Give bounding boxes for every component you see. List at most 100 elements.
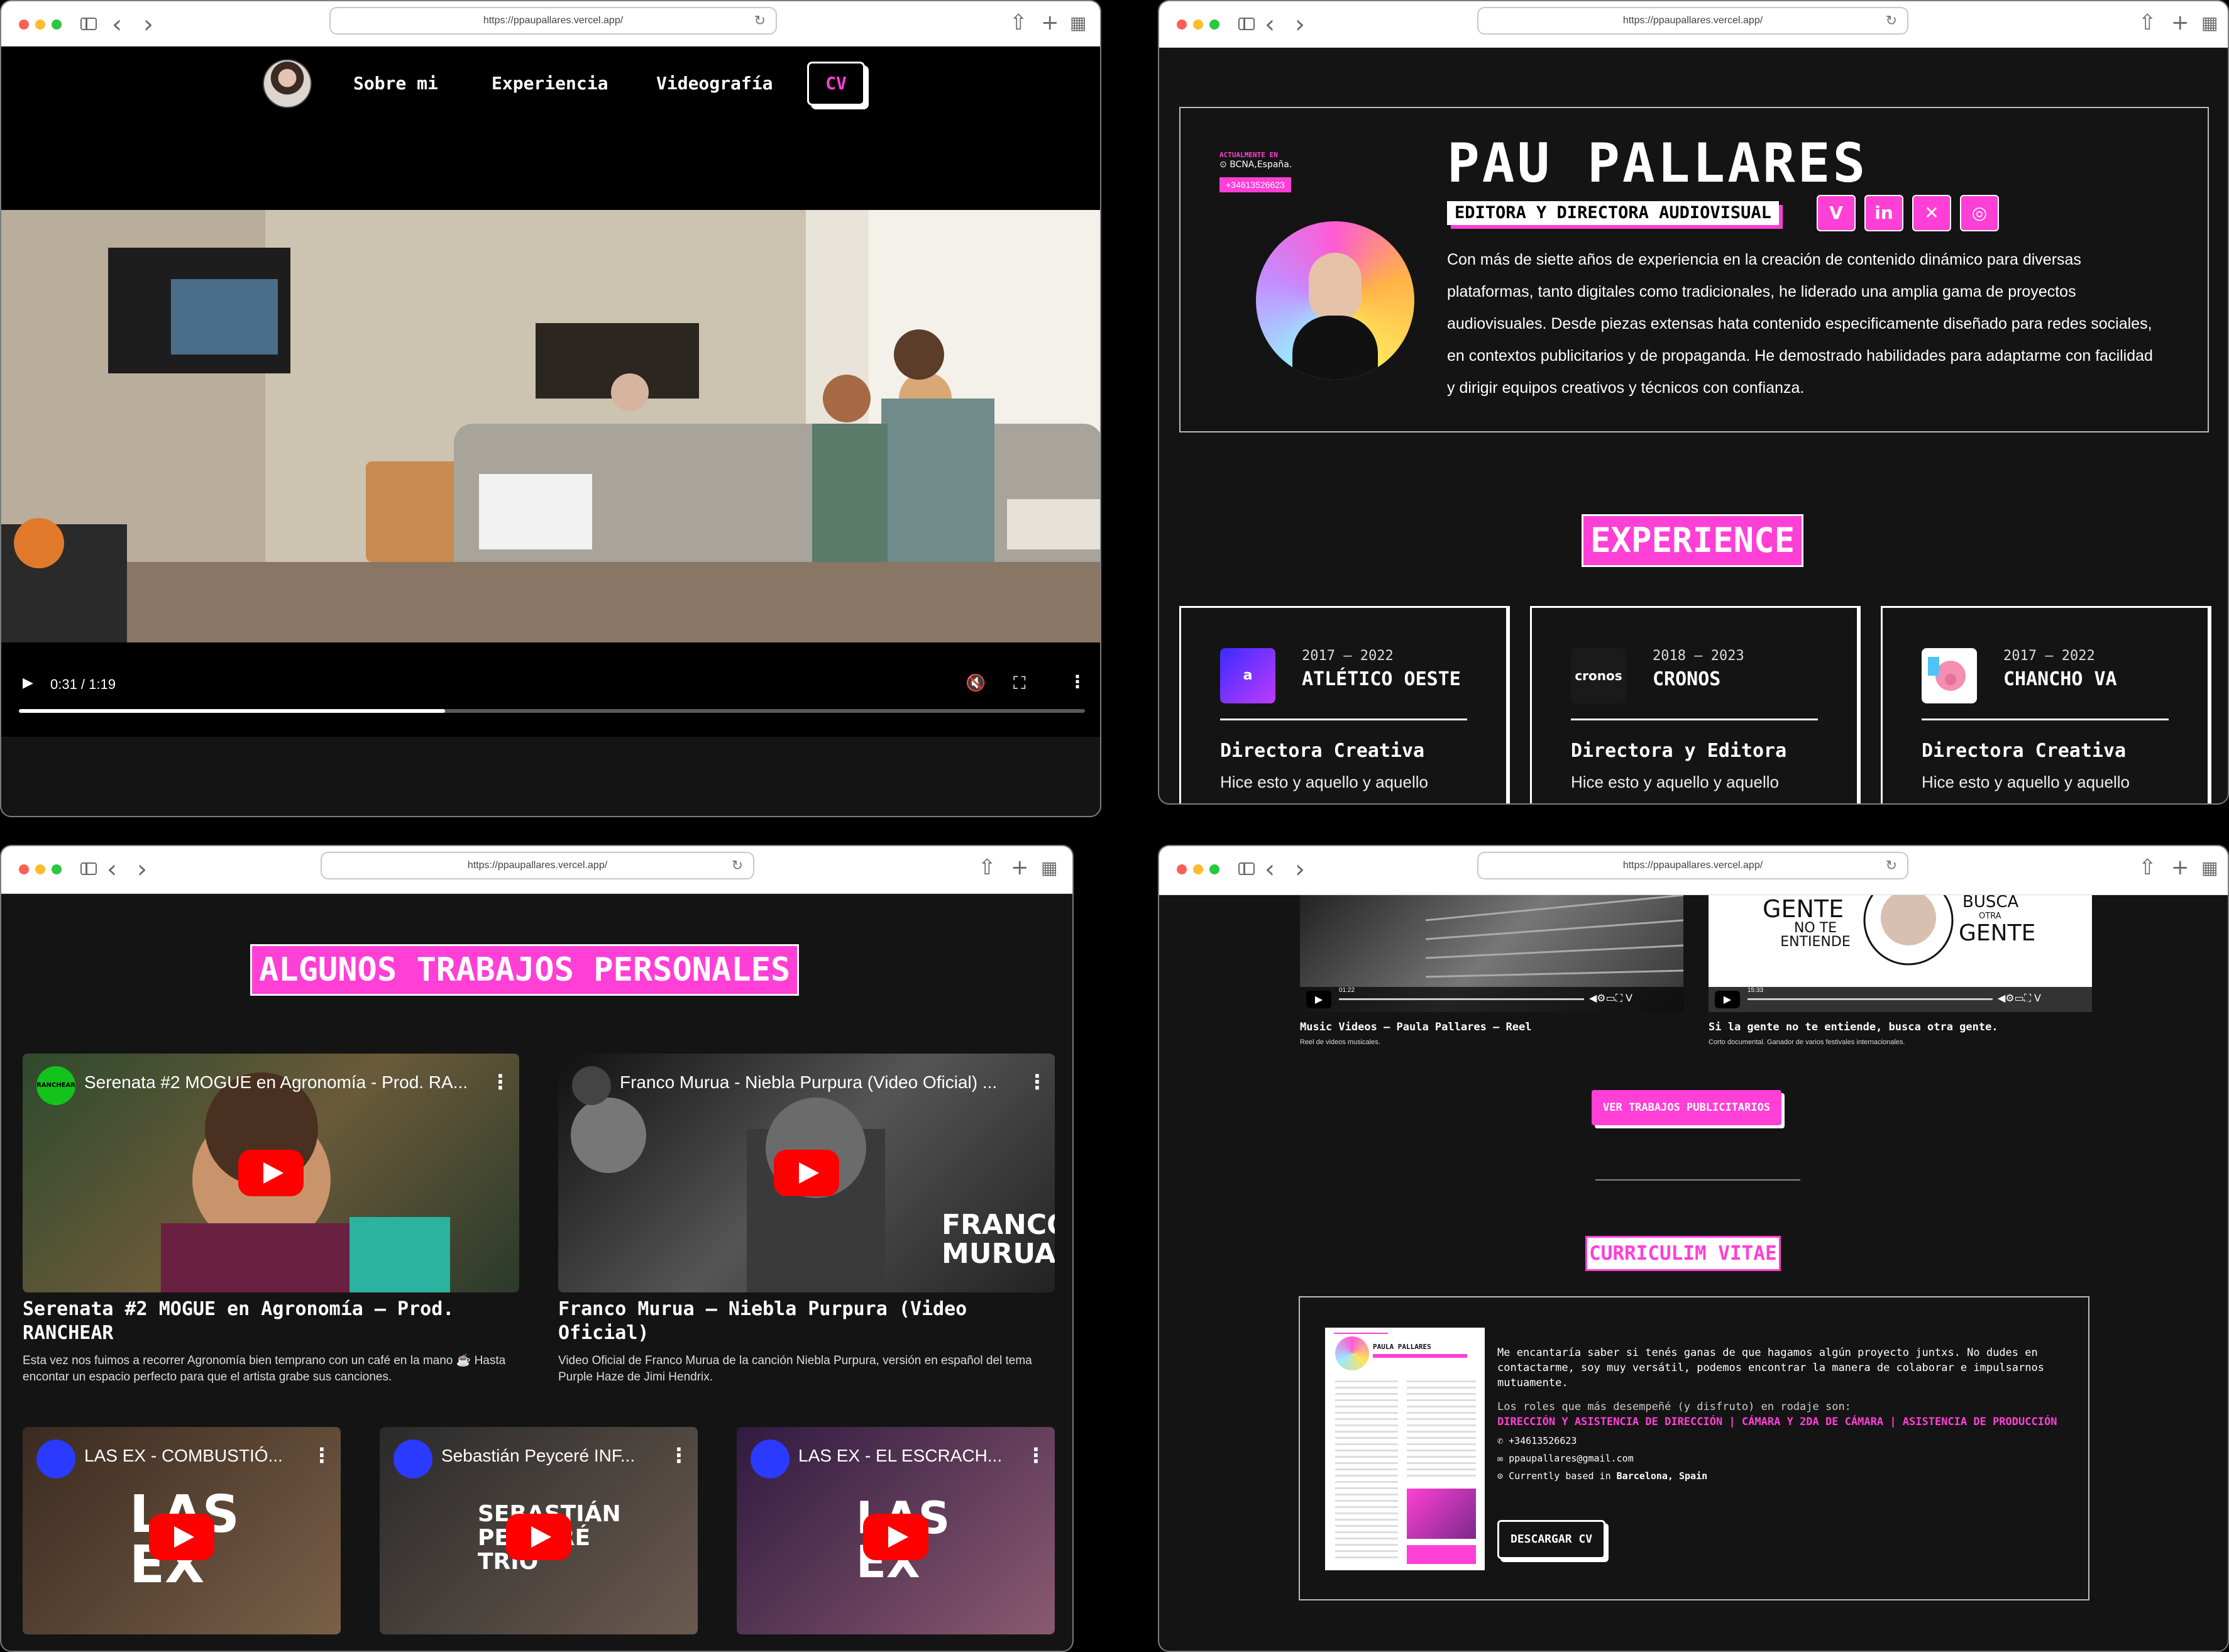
tab-overview-icon[interactable]: ▦ <box>2201 857 2218 878</box>
tab-overview-icon[interactable]: ▦ <box>2201 13 2218 33</box>
close-window-button[interactable] <box>19 19 29 30</box>
tab-overview-icon[interactable]: ▦ <box>1041 857 1057 878</box>
sidebar-toggle-icon[interactable] <box>1238 862 1255 875</box>
share-icon[interactable]: ⇧ <box>978 855 996 880</box>
sidebar-toggle-icon[interactable] <box>80 862 97 875</box>
address-bar[interactable]: https://ppaupallares.vercel.app/ ↻ <box>321 852 754 879</box>
embed-title[interactable]: Franco Murua - Niebla Purpura (Video Ofi… <box>620 1072 997 1093</box>
new-tab-icon[interactable]: + <box>1011 855 1029 880</box>
video-progress-bar[interactable] <box>19 709 1085 713</box>
cv-preview-thumbnail[interactable]: PAULA PALLARES <box>1325 1328 1485 1570</box>
share-icon[interactable]: ⇧ <box>2138 855 2157 880</box>
nav-link-experience[interactable]: Experiencia <box>492 73 608 94</box>
vimeo-icon[interactable]: V <box>1817 195 1856 231</box>
play-button[interactable] <box>506 1514 571 1560</box>
view-advertising-works-button[interactable]: VER TRABAJOS PUBLICITARIOS <box>1592 1090 1782 1125</box>
play-icon[interactable]: ▶ <box>1715 991 1740 1008</box>
zoom-window-button[interactable] <box>52 864 62 874</box>
play-button[interactable] <box>863 1514 928 1560</box>
back-icon[interactable]: ‹ <box>1265 10 1275 39</box>
channel-avatar[interactable] <box>751 1440 790 1479</box>
new-tab-icon[interactable]: + <box>2171 855 2189 880</box>
sidebar-toggle-icon[interactable] <box>80 18 97 30</box>
vimeo-controls-icon[interactable]: ◀⚙▭⛶ V <box>1998 992 2041 1005</box>
play-button[interactable] <box>774 1150 839 1196</box>
share-icon[interactable]: ⇧ <box>2138 10 2157 35</box>
close-window-button[interactable] <box>1177 19 1187 30</box>
progress-track[interactable] <box>1339 998 1584 1000</box>
zoom-window-button[interactable] <box>1209 19 1219 30</box>
fullscreen-icon[interactable]: ⛶ <box>1013 673 1026 694</box>
youtube-embed[interactable]: LAS EX - COMBUSTIÓ... ⋮ LAS EX <box>23 1427 341 1634</box>
cv-phone[interactable]: +34613526623 <box>1509 1435 1577 1446</box>
channel-avatar[interactable] <box>36 1440 75 1479</box>
more-options-icon[interactable]: ⋮ <box>1069 671 1086 692</box>
play-button[interactable] <box>149 1514 214 1560</box>
zoom-window-button[interactable] <box>1209 864 1219 874</box>
back-icon[interactable]: ‹ <box>112 10 122 39</box>
share-icon[interactable]: ⇧ <box>1010 10 1028 35</box>
channel-avatar[interactable]: RANCHEAR <box>36 1066 75 1105</box>
more-icon[interactable]: ⋮ <box>1026 1443 1046 1467</box>
close-window-button[interactable] <box>1177 864 1187 874</box>
back-icon[interactable]: ‹ <box>107 855 117 884</box>
reload-icon[interactable]: ↻ <box>754 8 766 33</box>
instagram-icon[interactable]: ◎ <box>1960 195 1999 231</box>
nav-link-about[interactable]: Sobre mi <box>353 73 438 94</box>
embed-title[interactable]: LAS EX - COMBUSTIÓ... <box>84 1446 292 1466</box>
family-scene-image <box>1 210 1100 642</box>
more-icon[interactable]: ⋮ <box>669 1443 689 1467</box>
vimeo-controls-icon[interactable]: ◀⚙▭⛶ V <box>1589 992 1632 1005</box>
embed-title[interactable]: Sebastián Peyceré INF... <box>441 1446 649 1466</box>
tab-overview-icon[interactable]: ▦ <box>1070 13 1086 33</box>
back-icon[interactable]: ‹ <box>1265 855 1275 884</box>
new-tab-icon[interactable]: + <box>1041 10 1059 35</box>
channel-avatar[interactable] <box>572 1066 611 1105</box>
reload-icon[interactable]: ↻ <box>1886 853 1897 878</box>
avatar[interactable] <box>263 59 312 108</box>
embed-title[interactable]: LAS EX - EL ESCRACH... <box>798 1446 1006 1466</box>
close-window-button[interactable] <box>19 864 29 874</box>
phone-badge[interactable]: +34613526623 <box>1219 177 1291 192</box>
documentary-thumbnail[interactable]: GENTE NO TE ENTIENDE BUSCA OTRA GENTE ▶ … <box>1709 895 2092 1012</box>
cv-button[interactable]: CV <box>807 62 865 106</box>
play-button[interactable] <box>238 1150 304 1196</box>
download-cv-button[interactable]: DESCARGAR CV <box>1497 1520 1606 1559</box>
channel-avatar[interactable] <box>394 1440 432 1479</box>
address-bar[interactable]: https://ppaupallares.vercel.app/ ↻ <box>1477 7 1908 35</box>
play-icon[interactable]: ▶ <box>1306 991 1331 1008</box>
x-icon[interactable]: ✕ <box>1912 195 1951 231</box>
play-icon[interactable]: ▶ <box>23 675 33 691</box>
youtube-embed[interactable]: Franco Murua - Niebla Purpura (Video Ofi… <box>558 1054 1055 1292</box>
minimize-window-button[interactable] <box>35 864 45 874</box>
youtube-embed[interactable]: Sebastián Peyceré INF... ⋮ SEBASTIÁN PEY… <box>380 1427 698 1634</box>
forward-icon[interactable]: › <box>143 10 153 39</box>
linkedin-icon[interactable]: in <box>1864 195 1903 231</box>
new-tab-icon[interactable]: + <box>2171 10 2189 35</box>
cv-email[interactable]: ppaupallares@gmail.com <box>1509 1453 1634 1464</box>
forward-icon[interactable]: › <box>1295 10 1305 39</box>
zoom-window-button[interactable] <box>52 19 62 30</box>
minimize-window-button[interactable] <box>1193 864 1203 874</box>
forward-icon[interactable]: › <box>1295 855 1305 884</box>
minimize-window-button[interactable] <box>1193 19 1203 30</box>
more-icon[interactable]: ⋮ <box>312 1443 332 1467</box>
address-bar[interactable]: https://ppaupallares.vercel.app/ ↻ <box>1477 852 1908 879</box>
more-icon[interactable]: ⋮ <box>1027 1070 1047 1094</box>
embed-title[interactable]: Serenata #2 MOGUE en Agronomía - Prod. R… <box>84 1072 468 1093</box>
video-progress-fill <box>19 709 446 713</box>
youtube-embed[interactable]: LAS EX - EL ESCRACH... ⋮ LAS EX <box>737 1427 1055 1634</box>
forward-icon[interactable]: › <box>137 855 147 884</box>
more-icon[interactable]: ⋮ <box>490 1070 510 1094</box>
music-reel-thumbnail[interactable]: ▶ 01:22 ◀⚙▭⛶ V <box>1300 895 1683 1012</box>
progress-track[interactable] <box>1747 998 1993 1000</box>
address-bar[interactable]: https://ppaupallares.vercel.app/ ↻ <box>329 7 777 35</box>
youtube-embed[interactable]: RANCHEAR Serenata #2 MOGUE en Agronomía … <box>23 1054 519 1292</box>
video-frame[interactable] <box>1 210 1100 642</box>
nav-link-videography[interactable]: Videografía <box>656 73 773 94</box>
minimize-window-button[interactable] <box>35 19 45 30</box>
mute-icon[interactable]: 🔇 <box>966 674 986 693</box>
sidebar-toggle-icon[interactable] <box>1238 18 1255 30</box>
reload-icon[interactable]: ↻ <box>732 853 743 878</box>
reload-icon[interactable]: ↻ <box>1886 8 1897 33</box>
